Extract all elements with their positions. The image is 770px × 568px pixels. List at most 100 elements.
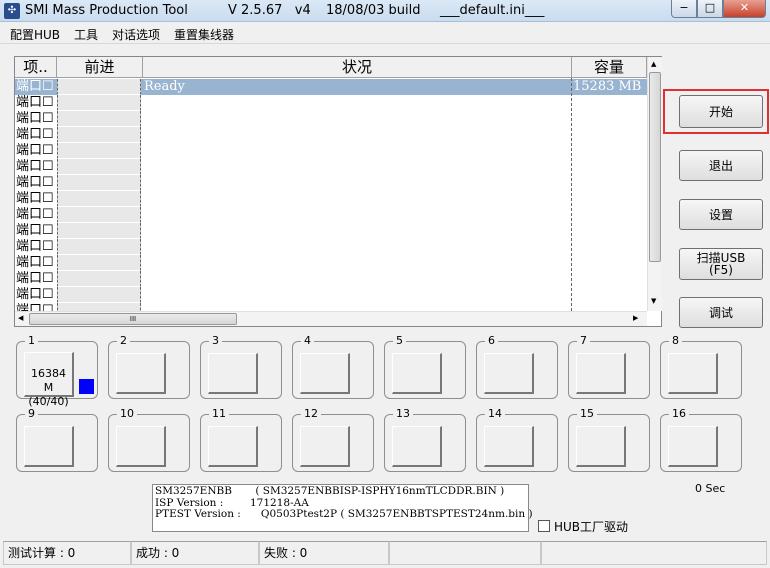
port-checkbox[interactable]: ☐ bbox=[42, 191, 54, 206]
vertical-scrollbar[interactable]: ▲ ▼ bbox=[647, 57, 662, 311]
port-group: 15 bbox=[568, 407, 650, 472]
column-header-progress[interactable]: 前进 bbox=[57, 57, 143, 78]
status-panel-4 bbox=[389, 541, 541, 565]
info-controller: SM3257ENBB ( SM3257ENBBISP-ISPHY16nmTLCD… bbox=[155, 485, 505, 497]
port-button[interactable]: 16384 M (40/40) bbox=[24, 352, 74, 408]
scroll-right-icon[interactable]: ▶ bbox=[633, 314, 638, 322]
vertical-scroll-thumb[interactable] bbox=[649, 72, 661, 262]
port-row[interactable]: 端口☐ bbox=[15, 111, 647, 127]
port-checkbox[interactable]: ☐ bbox=[42, 95, 54, 110]
status-fail: 失败 : 0 bbox=[259, 541, 389, 565]
menu-bar: 配置HUB 工具 对话选项 重置集线器 bbox=[0, 22, 770, 44]
port-checkbox[interactable]: ☐ bbox=[42, 127, 54, 142]
port-checkbox[interactable]: ☐ bbox=[42, 271, 54, 286]
port-label: 端口 bbox=[16, 79, 43, 94]
port-number: 1 bbox=[25, 334, 38, 347]
port-row[interactable]: 端口☐ bbox=[15, 127, 647, 143]
port-button[interactable] bbox=[300, 426, 350, 467]
port-cell: 端口☐ bbox=[16, 127, 56, 143]
port-cell: 端口☐ bbox=[16, 271, 56, 287]
debug-button[interactable]: 调试 bbox=[679, 297, 763, 328]
scroll-up-icon[interactable]: ▲ bbox=[651, 60, 656, 68]
port-button[interactable] bbox=[24, 426, 74, 467]
progress-cell bbox=[57, 223, 141, 239]
port-cell: 端口☐ bbox=[16, 111, 56, 127]
port-group: 4 bbox=[292, 334, 374, 399]
port-row[interactable]: 端口☐ bbox=[15, 159, 647, 175]
port-checkbox[interactable]: ☐ bbox=[42, 159, 54, 174]
port-checkbox[interactable]: ☐ bbox=[42, 239, 54, 254]
port-capacity: 16384 M bbox=[31, 367, 66, 394]
port-group: 9 bbox=[16, 407, 98, 472]
menu-reset-hub[interactable]: 重置集线器 bbox=[174, 26, 234, 43]
minimize-button[interactable]: − bbox=[671, 0, 697, 18]
port-checkbox[interactable]: ☐ bbox=[42, 207, 54, 222]
port-row[interactable]: 端口☐ bbox=[15, 271, 647, 287]
port-cell: 端口☐ bbox=[16, 159, 56, 175]
port-button[interactable] bbox=[116, 426, 166, 467]
port-button[interactable] bbox=[392, 353, 442, 394]
scroll-left-icon[interactable]: ◀ bbox=[18, 314, 23, 322]
port-row[interactable]: 端口☐ bbox=[15, 223, 647, 239]
port-button[interactable] bbox=[668, 426, 718, 467]
port-row[interactable]: 端口☐ bbox=[15, 207, 647, 223]
port-list[interactable]: 项.. 前进 状况 容量 端口☐ Ready 15283 MB 端口☐ 端口☐ 端口☐ 端口… bbox=[14, 56, 662, 327]
port-button[interactable] bbox=[576, 426, 626, 467]
port-checkbox[interactable]: ☐ bbox=[42, 255, 54, 270]
port-row[interactable]: 端口☐ bbox=[15, 175, 647, 191]
port-row[interactable]: 端口☐ Ready 15283 MB bbox=[15, 79, 647, 95]
port-label: 端口 bbox=[16, 239, 43, 254]
port-checkbox[interactable]: ☐ bbox=[42, 223, 54, 238]
menu-config-hub[interactable]: 配置HUB bbox=[10, 26, 60, 43]
port-button[interactable] bbox=[576, 353, 626, 394]
hub-driver-checkbox[interactable] bbox=[538, 520, 550, 532]
port-row[interactable]: 端口☐ bbox=[15, 191, 647, 207]
port-row[interactable]: 端口☐ bbox=[15, 143, 647, 159]
port-button[interactable] bbox=[116, 353, 166, 394]
port-cell: 端口☐ bbox=[16, 223, 56, 239]
port-label: 端口 bbox=[16, 111, 43, 126]
port-checkbox[interactable]: ☐ bbox=[42, 287, 54, 302]
port-checkbox[interactable]: ☐ bbox=[42, 111, 54, 126]
menu-dialog-options[interactable]: 对话选项 bbox=[112, 26, 160, 43]
port-row[interactable]: 端口☐ bbox=[15, 239, 647, 255]
menu-tools[interactable]: 工具 bbox=[74, 26, 98, 43]
progress-cell bbox=[57, 191, 141, 207]
maximize-button[interactable]: □ bbox=[697, 0, 723, 18]
port-cell: 端口☐ bbox=[16, 287, 56, 303]
port-button[interactable] bbox=[668, 353, 718, 394]
app-title: SMI Mass Production Tool bbox=[25, 3, 188, 18]
column-header-item[interactable]: 项.. bbox=[15, 57, 57, 78]
close-button[interactable]: ✕ bbox=[723, 0, 766, 18]
port-cell: 端口☐ bbox=[16, 175, 56, 191]
port-button[interactable] bbox=[484, 426, 534, 467]
port-number: 13 bbox=[393, 407, 413, 420]
port-button[interactable] bbox=[208, 426, 258, 467]
start-button[interactable]: 开始 bbox=[679, 95, 763, 128]
column-header-capacity[interactable]: 容量 bbox=[572, 57, 647, 78]
horizontal-scroll-thumb[interactable]: III bbox=[29, 313, 237, 325]
port-checkbox[interactable]: ☐ bbox=[42, 175, 54, 190]
port-button[interactable] bbox=[208, 353, 258, 394]
port-checkbox[interactable]: ☐ bbox=[42, 143, 54, 158]
settings-button[interactable]: 设置 bbox=[679, 199, 763, 230]
progress-cell bbox=[57, 79, 141, 95]
info-ptest-version: PTEST Version : Q0503Ptest2P ( SM3257ENB… bbox=[155, 508, 533, 520]
port-row[interactable]: 端口☐ bbox=[15, 255, 647, 271]
port-cell: 端口☐ bbox=[16, 207, 56, 223]
scroll-down-icon[interactable]: ▼ bbox=[651, 297, 656, 305]
port-group: 7 bbox=[568, 334, 650, 399]
port-row[interactable]: 端口☐ bbox=[15, 95, 647, 111]
port-checkbox[interactable]: ☐ bbox=[42, 79, 54, 94]
horizontal-scrollbar[interactable]: ◀ III ▶ bbox=[15, 311, 647, 326]
scan-usb-button[interactable]: 扫描USB (F5) bbox=[679, 248, 763, 280]
port-button[interactable] bbox=[300, 353, 350, 394]
port-row[interactable]: 端口☐ bbox=[15, 287, 647, 303]
port-status-indicator bbox=[79, 379, 94, 394]
column-header-status[interactable]: 状况 bbox=[143, 57, 572, 78]
port-cell: 端口☐ bbox=[16, 191, 56, 207]
port-group: 3 bbox=[200, 334, 282, 399]
exit-button[interactable]: 退出 bbox=[679, 150, 763, 181]
port-button[interactable] bbox=[392, 426, 442, 467]
port-button[interactable] bbox=[484, 353, 534, 394]
